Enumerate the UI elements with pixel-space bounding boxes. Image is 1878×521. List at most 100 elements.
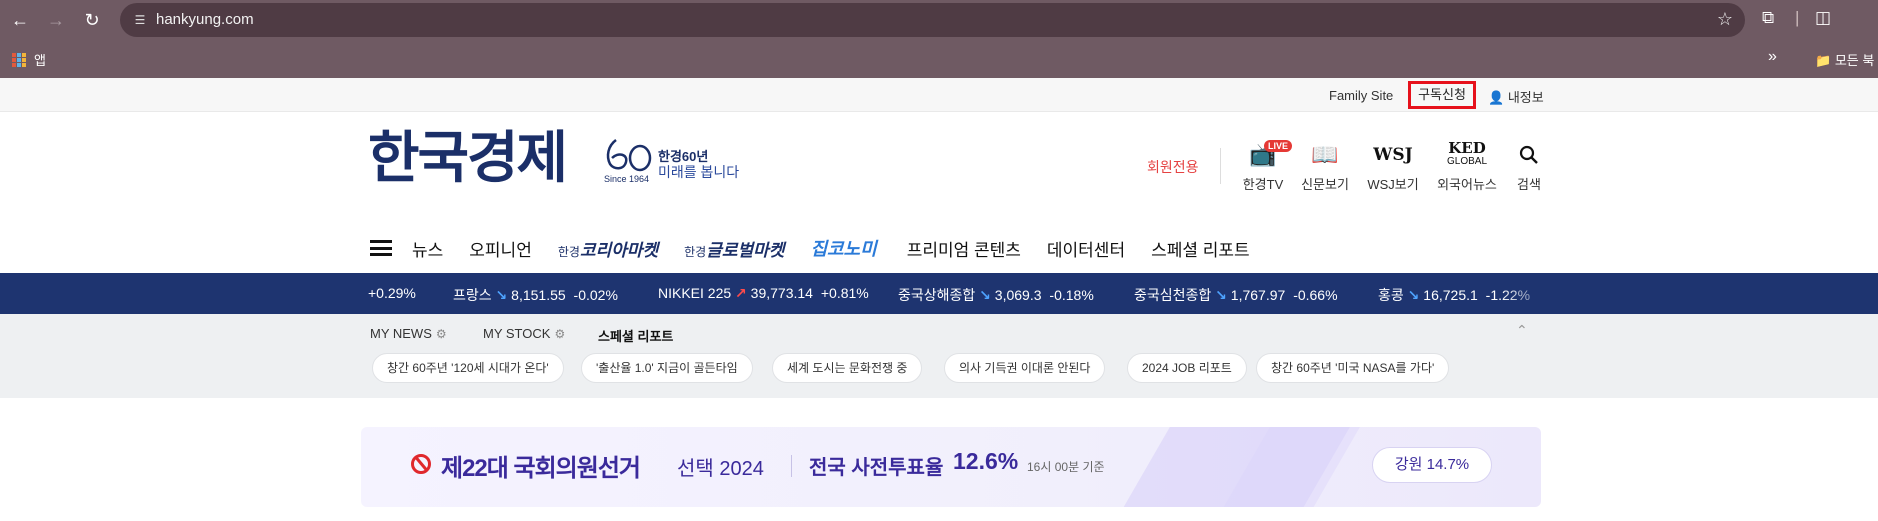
ticker-change: -0.66% bbox=[1293, 287, 1338, 303]
ticker-name: 중국심천종합 bbox=[1134, 287, 1212, 303]
extensions-icon[interactable]: ⧉ bbox=[1762, 8, 1774, 28]
back-icon[interactable]: ← bbox=[8, 8, 32, 32]
nav-global-market-prefix: 한경 bbox=[684, 244, 707, 259]
nav-global-market[interactable]: 한경글로벌마켓 bbox=[684, 236, 784, 261]
all-bookmarks-folder[interactable]: 📁 모든 북 bbox=[1815, 50, 1874, 69]
search-link[interactable]: 검색 bbox=[1512, 140, 1546, 193]
early-vote-percent: 12.6% bbox=[953, 448, 1019, 474]
utility-bar: Family Site 구독신청 👤 내정보 bbox=[0, 78, 1878, 112]
tab-my-news[interactable]: MY NEWS ⚙ bbox=[370, 326, 447, 341]
gear-icon[interactable]: ⚙ bbox=[554, 327, 565, 341]
foreign-news-label: 외국어뉴스 bbox=[1437, 177, 1497, 192]
ticker-item[interactable]: 중국상해종합 ↘ 3,069.3 -0.18% bbox=[898, 285, 1094, 305]
user-icon: 👤 bbox=[1488, 90, 1505, 105]
url-text[interactable]: hankyung.com bbox=[156, 11, 254, 28]
gear-icon[interactable]: ⚙ bbox=[436, 327, 447, 341]
region-rate-pill[interactable]: 강원 14.7% bbox=[1372, 447, 1492, 483]
nav-global-market-label: 글로벌마켓 bbox=[706, 240, 785, 260]
election-subtitle: 선택 2024 bbox=[677, 458, 764, 480]
ticker-name: 중국상해종합 bbox=[898, 287, 976, 303]
wsj-icon: WSJ bbox=[1373, 145, 1413, 165]
header-divider bbox=[1220, 148, 1221, 184]
report-chip[interactable]: 창간 60주년 '미국 NASA를 가다' bbox=[1256, 353, 1450, 383]
ticker-item[interactable]: 프랑스 ↘ 8,151.55 -0.02% bbox=[453, 285, 618, 305]
site-logo[interactable]: 한국경제 bbox=[368, 128, 568, 188]
ticker-mask bbox=[1560, 273, 1878, 314]
bookmark-star-icon[interactable]: ☆ bbox=[1717, 9, 1733, 30]
ticker-value: 3,069.3 bbox=[994, 287, 1042, 303]
nav-news[interactable]: 뉴스 bbox=[412, 236, 443, 261]
report-chip[interactable]: 2024 JOB 리포트 bbox=[1127, 353, 1247, 383]
early-vote-time: 16시 00분 기준 bbox=[1027, 460, 1105, 474]
bookmarks-bar: 앱 » 📁 모든 북 bbox=[0, 40, 1878, 78]
wsj-link[interactable]: WSJ WSJ보기 bbox=[1366, 140, 1420, 193]
arrow-up-icon: ↗ bbox=[735, 285, 747, 301]
ked-global-icon: KED bbox=[1448, 139, 1486, 157]
tab-my-news-label: MY NEWS bbox=[370, 326, 432, 341]
chevron-up-icon[interactable]: ⌃ bbox=[1516, 322, 1528, 339]
banner-divider bbox=[791, 455, 792, 477]
members-only-link[interactable]: 회원전용 bbox=[1147, 157, 1199, 177]
nav-zipconomy[interactable]: 집코노미 bbox=[810, 235, 876, 261]
apps-bookmark[interactable]: 앱 bbox=[12, 50, 46, 69]
live-badge: LIVE bbox=[1264, 140, 1293, 152]
arrow-down-icon: ↘ bbox=[979, 287, 991, 303]
search-label: 검색 bbox=[1517, 177, 1541, 192]
nav-premium[interactable]: 프리미엄 콘텐츠 bbox=[907, 236, 1021, 261]
nav-korea-market-prefix: 한경 bbox=[557, 244, 580, 259]
forward-icon[interactable]: → bbox=[44, 8, 68, 32]
wsj-label: WSJ보기 bbox=[1367, 177, 1419, 192]
nav-opinion[interactable]: 오피니언 bbox=[469, 236, 532, 261]
address-bar[interactable]: ☰ hankyung.com ☆ bbox=[120, 3, 1745, 37]
ked-global-sub: GLOBAL bbox=[1446, 156, 1488, 167]
all-bookmarks-label: 모든 북 bbox=[1834, 53, 1875, 68]
newspaper-icon: 📖 bbox=[1311, 142, 1339, 167]
tab-my-stock-label: MY STOCK bbox=[483, 326, 551, 341]
apps-label: 앱 bbox=[34, 53, 46, 68]
bookmarks-overflow-icon[interactable]: » bbox=[1768, 48, 1777, 66]
ticker-item[interactable]: NIKKEI 225 ↗ 39,773.14 +0.81% bbox=[658, 285, 869, 302]
arrow-down-icon: ↘ bbox=[495, 287, 508, 303]
election-title: 제22대 국회의원선거 bbox=[441, 455, 641, 482]
ticker-name: 프랑스 bbox=[453, 287, 492, 303]
report-chip[interactable]: '출산율 1.0' 지금이 골든타임 bbox=[581, 353, 753, 383]
foreign-news-link[interactable]: KED GLOBAL 외국어뉴스 bbox=[1436, 140, 1498, 193]
ticker-change: +0.81% bbox=[820, 285, 869, 301]
tab-my-stock[interactable]: MY STOCK ⚙ bbox=[483, 326, 565, 341]
nav-special-report[interactable]: 스페셜 리포트 bbox=[1151, 236, 1250, 261]
ticker-change: +0.29% bbox=[368, 285, 416, 301]
family-site-link[interactable]: Family Site bbox=[1329, 88, 1393, 103]
my-info-link[interactable]: 👤 내정보 bbox=[1488, 87, 1544, 106]
apps-grid-icon bbox=[12, 52, 26, 67]
ticker-value: 16,725.1 bbox=[1423, 287, 1478, 303]
my-info-label: 내정보 bbox=[1507, 90, 1544, 105]
reload-icon[interactable]: ↻ bbox=[80, 8, 104, 32]
report-chip[interactable]: 의사 기득권 이대론 안된다 bbox=[944, 353, 1106, 383]
report-chip[interactable]: 창간 60주년 '120세 시대가 온다' bbox=[372, 353, 564, 383]
menu-icon[interactable] bbox=[370, 240, 392, 256]
my-news-panel: MY NEWS ⚙ MY STOCK ⚙ 스페셜 리포트 ⌃ 창간 60주년 '12… bbox=[0, 314, 1878, 398]
side-panel-icon[interactable]: ◫ bbox=[1815, 8, 1831, 28]
market-ticker: +0.29% 프랑스 ↘ 8,151.55 -0.02% NIKKEI 225 … bbox=[0, 273, 1878, 314]
newspaper-link[interactable]: 📖 신문보기 bbox=[1300, 140, 1350, 193]
site-info-icon[interactable]: ☰ bbox=[132, 12, 148, 28]
ticker-name: NIKKEI 225 bbox=[658, 285, 732, 301]
ticker-item[interactable]: 중국심천종합 ↘ 1,767.97 -0.66% bbox=[1134, 285, 1338, 305]
ticker-value: 8,151.55 bbox=[511, 287, 566, 303]
ticker-value: 39,773.14 bbox=[750, 285, 813, 301]
main-nav: 뉴스 오피니언 한경코리아마켓 한경글로벌마켓 집코노미 프리미엄 콘텐츠 데이… bbox=[370, 236, 1276, 260]
nav-data-center[interactable]: 데이터센터 bbox=[1047, 236, 1125, 261]
hankyung-tv-link[interactable]: 📺 LIVE 한경TV bbox=[1240, 140, 1293, 193]
search-icon bbox=[1519, 145, 1538, 164]
ticker-item[interactable]: +0.29% bbox=[368, 285, 416, 301]
report-chip[interactable]: 세계 도시는 문화전쟁 중 bbox=[772, 353, 923, 383]
newspaper-label: 신문보기 bbox=[1301, 177, 1349, 192]
tab-special-report[interactable]: 스페셜 리포트 bbox=[598, 326, 673, 345]
election-banner[interactable]: 제22대 국회의원선거 선택 2024 전국 사전투표율 12.6% 16시 0… bbox=[361, 427, 1541, 507]
ticker-change: -0.18% bbox=[1049, 287, 1094, 303]
ticker-fade bbox=[1500, 273, 1560, 314]
subscribe-link[interactable]: 구독신청 bbox=[1408, 81, 1476, 109]
browser-toolbar: ← → ↻ ☰ hankyung.com ☆ ⧉ | ◫ bbox=[0, 0, 1878, 40]
nav-korea-market[interactable]: 한경코리아마켓 bbox=[558, 236, 658, 261]
toolbar-divider: | bbox=[1795, 8, 1800, 27]
